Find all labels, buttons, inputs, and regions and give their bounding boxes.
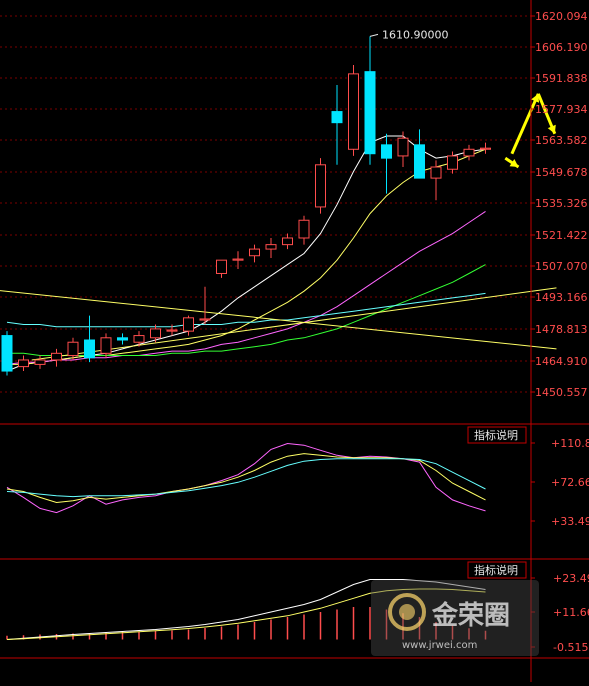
- candle: [216, 259, 227, 278]
- watermark-logo-core: [399, 604, 415, 620]
- y-tick-label: 1521.422: [535, 229, 588, 242]
- candle: [331, 84, 343, 165]
- y-tick-label: +23.49: [553, 572, 589, 585]
- candle: [480, 142, 491, 154]
- candle-body: [133, 335, 145, 343]
- candle: [298, 215, 310, 245]
- candle-body: [348, 73, 359, 150]
- candle-body: [249, 248, 260, 257]
- y-tick-label: +11.66: [553, 606, 589, 619]
- candle-body: [1, 335, 13, 372]
- y-tick-label: 1493.166: [535, 291, 588, 304]
- candle-body: [166, 329, 178, 332]
- watermark: 金荣圈 www.jrwei.com: [371, 580, 539, 656]
- peak-marker: 1610.90000: [369, 28, 448, 41]
- candle: [67, 337, 79, 360]
- indicator-help-label[interactable]: 指标说明: [474, 563, 518, 577]
- candle-body: [117, 337, 128, 341]
- candle-body: [67, 341, 79, 357]
- candle-body: [18, 359, 29, 368]
- candle: [414, 129, 425, 179]
- candle: [84, 315, 95, 363]
- y-tick-label: 1450.557: [535, 386, 588, 399]
- y-tick-label: 1549.678: [535, 166, 588, 179]
- candle: [1, 331, 13, 376]
- y-tick-label: 1577.934: [535, 103, 588, 116]
- candle-body: [480, 147, 491, 150]
- candle-body: [447, 155, 458, 170]
- moving-average-line: [6, 135, 486, 372]
- candle: [348, 65, 359, 156]
- candle: [249, 244, 260, 263]
- candle: [364, 36, 376, 165]
- chart-area: 1620.094 1606.190 1591.838 1577.934 1563.582…: [0, 0, 589, 682]
- peak-label: 1610.90000: [382, 28, 448, 41]
- candle: [51, 348, 62, 367]
- watermark-url: www.jrwei.com: [402, 640, 477, 651]
- moving-average-line: [7, 264, 486, 356]
- candle: [463, 144, 475, 161]
- candle-body: [414, 144, 425, 179]
- candle: [381, 133, 392, 194]
- candle-body: [100, 337, 112, 354]
- candle-body: [381, 144, 392, 159]
- chart-svg: 1620.094 1606.190 1591.838 1577.934 1563.582…: [0, 0, 589, 682]
- y-tick-label: 1620.094: [535, 10, 588, 23]
- moving-average-line: [7, 148, 486, 365]
- y-tick-label: 1535.326: [535, 197, 588, 210]
- candle-body: [51, 352, 62, 361]
- candle-body: [216, 259, 227, 274]
- y-axis: 1620.094 1606.190 1591.838 1577.934 1563.582…: [530, 0, 589, 682]
- candle-body: [364, 71, 376, 155]
- candle: [315, 158, 326, 214]
- candle: [199, 286, 211, 325]
- candle-body: [265, 244, 277, 250]
- candle-body: [232, 258, 244, 261]
- moving-average-line: [6, 210, 486, 365]
- oscillator-line: [6, 442, 486, 514]
- candle-body: [430, 166, 442, 179]
- candle-body: [298, 219, 310, 239]
- y-tick-label: +72.66: [551, 476, 589, 489]
- indicator-help-button-1[interactable]: 指标说明: [467, 426, 527, 444]
- y-tick-label: 1591.838: [535, 72, 588, 85]
- candle-body: [183, 317, 194, 332]
- candle-body: [397, 137, 409, 157]
- candle-body: [282, 237, 293, 246]
- y-tick-label: 1563.582: [535, 134, 588, 147]
- y-tick-label: 1507.070: [535, 260, 588, 273]
- candle: [397, 131, 409, 168]
- candle-body: [150, 328, 161, 339]
- watermark-brand: 金荣圈: [431, 600, 510, 631]
- price-panel: [0, 36, 557, 376]
- candle: [34, 355, 46, 369]
- candle: [117, 333, 128, 345]
- y-tick-label: 1606.190: [535, 41, 588, 54]
- candle-body: [199, 318, 211, 321]
- candle: [282, 233, 293, 250]
- y-tick-label: 1464.910: [535, 355, 588, 368]
- candle-body: [463, 148, 475, 157]
- y-tick-label: 1478.813: [535, 323, 588, 336]
- candle-body: [331, 111, 343, 124]
- y-tick-label: -0.515: [553, 641, 588, 654]
- candle-body: [84, 339, 95, 359]
- peak-pointer: [369, 33, 379, 37]
- candle-body: [315, 164, 326, 208]
- oscillator-panel: [6, 442, 486, 514]
- candle: [18, 355, 29, 372]
- indicator-help-button-2[interactable]: 指标说明: [467, 561, 527, 579]
- y-tick-label: +33.49: [551, 515, 589, 528]
- y-tick-label: +110.8: [551, 437, 589, 450]
- candle: [265, 237, 277, 258]
- oscillator-line: [6, 458, 486, 498]
- indicator-help-label[interactable]: 指标说明: [474, 428, 518, 442]
- candle: [183, 315, 194, 336]
- candle-body: [34, 359, 46, 365]
